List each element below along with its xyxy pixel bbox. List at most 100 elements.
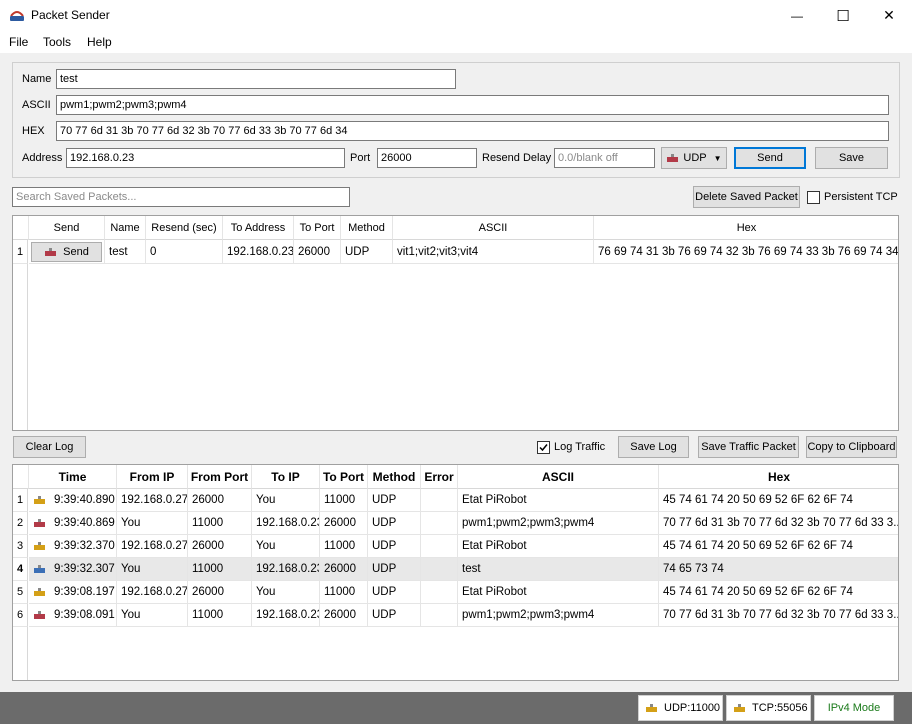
saved-resend-cell[interactable]: 0 xyxy=(146,240,223,264)
save-button[interactable]: Save xyxy=(815,147,888,169)
saved-ascii-cell[interactable]: vit1;vit2;vit3;vit4 xyxy=(393,240,594,264)
log-from-port-cell[interactable]: 11000 xyxy=(188,558,252,581)
log-method-cell[interactable]: UDP xyxy=(368,535,421,558)
log-to-port-cell[interactable]: 11000 xyxy=(320,535,368,558)
saved-address-cell[interactable]: 192.168.0.23 xyxy=(223,240,294,264)
log-error-cell[interactable] xyxy=(421,604,458,627)
log-to-port-cell[interactable]: 26000 xyxy=(320,604,368,627)
log-ascii-cell[interactable]: Etat PiRobot xyxy=(458,489,659,512)
log-from-port-cell[interactable]: 11000 xyxy=(188,512,252,535)
saved-name-cell[interactable]: test xyxy=(105,240,146,264)
log-error-cell[interactable] xyxy=(421,535,458,558)
protocol-dropdown[interactable]: UDP ▼ xyxy=(661,147,727,169)
ascii-input[interactable]: pwm1;pwm2;pwm3;pwm4 xyxy=(56,95,889,115)
log-from-ip-cell[interactable]: You xyxy=(117,604,188,627)
log-error-cell[interactable] xyxy=(421,581,458,604)
log-ascii-cell[interactable]: pwm1;pwm2;pwm3;pwm4 xyxy=(458,512,659,535)
tcp-status-button[interactable]: TCP:55056 xyxy=(726,695,811,721)
udp-status-button[interactable]: UDP:11000 xyxy=(638,695,723,721)
log-time-cell[interactable]: 9:39:40.869 xyxy=(29,512,117,535)
log-to-port-cell[interactable]: 26000 xyxy=(320,558,368,581)
save-log-button[interactable]: Save Log xyxy=(618,436,689,458)
log-method-cell[interactable]: UDP xyxy=(368,558,421,581)
maximize-button[interactable]: ☐ xyxy=(820,0,866,31)
menu-tools[interactable]: Tools xyxy=(43,35,71,49)
column-header[interactable]: Hex xyxy=(659,465,898,489)
log-from-ip-cell[interactable]: 192.168.0.27 xyxy=(117,581,188,604)
log-error-cell[interactable] xyxy=(421,489,458,512)
log-ascii-cell[interactable]: pwm1;pwm2;pwm3;pwm4 xyxy=(458,604,659,627)
log-to-ip-cell[interactable]: 192.168.0.23 xyxy=(252,604,320,627)
resend-delay-input[interactable]: 0.0/blank off xyxy=(554,148,655,168)
saved-method-cell[interactable]: UDP xyxy=(341,240,393,264)
column-header[interactable]: To Port xyxy=(320,465,368,489)
log-to-port-cell[interactable]: 26000 xyxy=(320,512,368,535)
column-header[interactable]: Hex xyxy=(594,216,898,240)
log-time-cell[interactable]: 9:39:32.307 xyxy=(29,558,117,581)
log-time-cell[interactable]: 9:39:32.370 xyxy=(29,535,117,558)
log-to-ip-cell[interactable]: 192.168.0.23 xyxy=(252,558,320,581)
log-from-port-cell[interactable]: 26000 xyxy=(188,489,252,512)
log-error-cell[interactable] xyxy=(421,558,458,581)
column-header[interactable]: To Address xyxy=(223,216,294,240)
column-header[interactable]: Error xyxy=(421,465,458,489)
log-hex-cell[interactable]: 45 74 61 74 20 50 69 52 6F 62 6F 74 xyxy=(659,535,898,558)
log-from-ip-cell[interactable]: 192.168.0.27 xyxy=(117,489,188,512)
delete-saved-packet-button[interactable]: Delete Saved Packet xyxy=(693,186,800,208)
menu-help[interactable]: Help xyxy=(87,35,112,49)
column-header[interactable]: ASCII xyxy=(393,216,594,240)
log-time-cell[interactable]: 9:39:08.197 xyxy=(29,581,117,604)
log-to-port-cell[interactable]: 11000 xyxy=(320,489,368,512)
copy-to-clipboard-button[interactable]: Copy to Clipboard xyxy=(806,436,897,458)
column-header[interactable]: Send xyxy=(29,216,105,240)
log-traffic-checkbox[interactable] xyxy=(537,441,550,454)
column-header[interactable]: From Port xyxy=(188,465,252,489)
column-header[interactable]: ASCII xyxy=(458,465,659,489)
search-saved-packets-input[interactable]: Search Saved Packets... xyxy=(12,187,350,207)
column-header[interactable]: Method xyxy=(341,216,393,240)
column-header[interactable]: Method xyxy=(368,465,421,489)
log-ascii-cell[interactable]: Etat PiRobot xyxy=(458,535,659,558)
log-method-cell[interactable]: UDP xyxy=(368,512,421,535)
log-method-cell[interactable]: UDP xyxy=(368,604,421,627)
saved-packet-send-button[interactable]: Send xyxy=(31,241,102,262)
log-time-cell[interactable]: 9:39:40.890 xyxy=(29,489,117,512)
log-hex-cell[interactable]: 70 77 6d 31 3b 70 77 6d 32 3b 70 77 6d 3… xyxy=(659,512,898,535)
saved-port-cell[interactable]: 26000 xyxy=(294,240,341,264)
column-header[interactable]: Resend (sec) xyxy=(146,216,223,240)
log-ascii-cell[interactable]: test xyxy=(458,558,659,581)
log-from-ip-cell[interactable]: You xyxy=(117,558,188,581)
minimize-button[interactable]: — xyxy=(774,0,820,31)
log-from-port-cell[interactable]: 26000 xyxy=(188,581,252,604)
clear-log-button[interactable]: Clear Log xyxy=(13,436,86,458)
column-header[interactable]: From IP xyxy=(117,465,188,489)
port-input[interactable]: 26000 xyxy=(377,148,477,168)
log-to-ip-cell[interactable]: You xyxy=(252,535,320,558)
log-from-ip-cell[interactable]: 192.168.0.27 xyxy=(117,535,188,558)
address-input[interactable]: 192.168.0.23 xyxy=(66,148,345,168)
log-to-ip-cell[interactable]: 192.168.0.23 xyxy=(252,512,320,535)
ipv4-mode-button[interactable]: IPv4 Mode xyxy=(814,695,894,721)
column-header[interactable]: Time xyxy=(29,465,117,489)
log-from-port-cell[interactable]: 26000 xyxy=(188,535,252,558)
log-hex-cell[interactable]: 45 74 61 74 20 50 69 52 6F 62 6F 74 xyxy=(659,489,898,512)
menu-file[interactable]: File xyxy=(9,35,28,49)
log-from-ip-cell[interactable]: You xyxy=(117,512,188,535)
hex-input[interactable]: 70 77 6d 31 3b 70 77 6d 32 3b 70 77 6d 3… xyxy=(56,121,889,141)
column-header[interactable]: To IP xyxy=(252,465,320,489)
log-hex-cell[interactable]: 45 74 61 74 20 50 69 52 6F 62 6F 74 xyxy=(659,581,898,604)
send-button[interactable]: Send xyxy=(734,147,806,169)
close-button[interactable]: ✕ xyxy=(866,0,912,31)
saved-hex-cell[interactable]: 76 69 74 31 3b 76 69 74 32 3b 76 69 74 3… xyxy=(594,240,898,264)
name-input[interactable]: test xyxy=(56,69,456,89)
log-method-cell[interactable]: UDP xyxy=(368,489,421,512)
log-error-cell[interactable] xyxy=(421,512,458,535)
log-from-port-cell[interactable]: 11000 xyxy=(188,604,252,627)
log-hex-cell[interactable]: 70 77 6d 31 3b 70 77 6d 32 3b 70 77 6d 3… xyxy=(659,604,898,627)
log-ascii-cell[interactable]: Etat PiRobot xyxy=(458,581,659,604)
save-traffic-packet-button[interactable]: Save Traffic Packet xyxy=(698,436,799,458)
persistent-tcp-checkbox[interactable] xyxy=(807,191,820,204)
log-to-port-cell[interactable]: 11000 xyxy=(320,581,368,604)
log-method-cell[interactable]: UDP xyxy=(368,581,421,604)
log-hex-cell[interactable]: 74 65 73 74 xyxy=(659,558,898,581)
